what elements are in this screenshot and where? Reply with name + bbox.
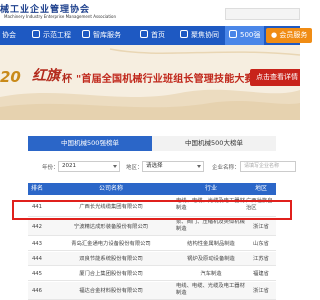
home-icon <box>140 30 148 38</box>
rank-cell: 444 <box>31 256 43 262</box>
company-cell[interactable]: 厦门合上集团股份有限公司 <box>46 267 176 281</box>
year-label: 年份： <box>42 165 59 171</box>
company-search-input[interactable]: 请填写企业名称 <box>240 161 296 172</box>
table-row[interactable]: 443 青岛汇金通电力设备股份有限公司 结构性金属制品制造 山东省 <box>28 237 276 251</box>
region-cell: 山东省 <box>253 241 269 247</box>
filter-bar: 年份： 2021 地区： 请选择 企业名称： 请填写企业名称 <box>0 160 300 174</box>
logo-subtitle: Machinery Industry Enterprise Management… <box>4 14 116 19</box>
focus-icon <box>180 30 188 38</box>
region-cell: 浙江省 <box>253 288 269 294</box>
industry-cell: 锅炉及原动设备制造 <box>187 256 235 262</box>
ranking-icon <box>229 30 237 38</box>
company-cell[interactable]: 宁波精达成形装备股份有限公司 <box>46 218 176 236</box>
table-header: 排名 公司名称 行业 地区 <box>28 183 276 195</box>
tab-large500[interactable]: 中国机械500大榜单 <box>152 136 276 151</box>
header-region: 地区 <box>254 185 267 192</box>
main-nav: 协会 示范工程 智库服务 首页 聚焦协同 500强 ● 会员服务 <box>0 26 313 45</box>
industry-cell: 泵、阀门、压缩机及类似机械制造 <box>176 219 245 232</box>
region-select[interactable]: 请选择 <box>142 161 204 172</box>
company-cell[interactable]: 双良节能系统股份有限公司 <box>46 252 176 266</box>
banner-brand-script: 红旗 <box>32 68 60 84</box>
highlight-box <box>12 200 292 220</box>
header-industry: 行业 <box>204 185 217 192</box>
nav-item-home[interactable]: 首页 <box>140 26 165 45</box>
industry-cell: 结构性金属制品制造 <box>187 241 235 247</box>
tab-top500[interactable]: 中国机械500强榜单 <box>28 136 152 151</box>
nav-item-top500[interactable]: 500强 <box>225 26 265 45</box>
rank-cell: 445 <box>31 271 43 277</box>
region-cell: 浙江省 <box>253 224 269 230</box>
chevron-down-icon <box>113 165 117 168</box>
nav-item-label: 500强 <box>240 31 261 39</box>
year-select[interactable]: 2021 <box>58 161 120 172</box>
year-value: 2021 <box>62 163 76 169</box>
header-rank: 排名 <box>30 185 43 192</box>
region-value: 请选择 <box>146 163 163 169</box>
nav-item-focus[interactable]: 聚焦协同 <box>180 26 219 45</box>
nav-item-label: 首页 <box>151 31 165 39</box>
banner-cup: 杯 <box>62 74 72 85</box>
nav-item-label: 会员服务 <box>279 31 308 39</box>
nav-item-demo[interactable]: 示范工程 <box>32 26 71 45</box>
rank-cell: 442 <box>31 224 43 230</box>
nav-item-think-tank[interactable]: 智库服务 <box>82 26 121 45</box>
region-cell: 福建省 <box>253 271 269 277</box>
think-tank-icon <box>82 30 90 38</box>
industry-cell: 电线、电缆、光缆及电工器材制造 <box>176 283 245 296</box>
banner-title: "首届全国机械行业班组长管理技能大赛 <box>76 74 255 85</box>
banner-year: 20 <box>0 68 21 86</box>
header-search-input[interactable] <box>225 8 300 20</box>
table-row[interactable]: 442 宁波精达成形装备股份有限公司 泵、阀门、压缩机及类似机械制造 浙江省 <box>28 218 276 236</box>
table-row[interactable]: 444 双良节能系统股份有限公司 锅炉及原动设备制造 江苏省 <box>28 252 276 266</box>
ranking-tabs: 中国机械500强榜单 中国机械500大榜单 <box>28 136 276 151</box>
industry-cell: 汽车制造 <box>200 271 222 277</box>
rank-cell: 443 <box>31 241 43 247</box>
competition-banner[interactable]: 20 红旗 杯 "首届全国机械行业班组长管理技能大赛 点击查看详情 <box>0 45 300 120</box>
company-label: 企业名称： <box>212 165 240 171</box>
nav-item-label: 协会 <box>2 31 16 39</box>
region-cell: 江苏省 <box>253 256 269 262</box>
view-details-button[interactable]: 点击查看详情 <box>250 69 300 86</box>
region-label: 地区： <box>126 165 143 171</box>
table-row[interactable]: 445 厦门合上集团股份有限公司 汽车制造 福建省 <box>28 267 276 281</box>
company-cell[interactable]: 福达合金材料股份有限公司 <box>46 282 176 300</box>
nav-item-label: 聚焦协同 <box>191 31 219 39</box>
nav-item-label: 智库服务 <box>93 31 121 39</box>
company-cell[interactable]: 青岛汇金通电力设备股份有限公司 <box>46 237 176 251</box>
table-row[interactable]: 446 福达合金材料股份有限公司 电线、电缆、光缆及电工器材制造 浙江省 <box>28 282 276 300</box>
nav-item-member[interactable]: ● 会员服务 <box>266 28 313 43</box>
nav-item-label: 示范工程 <box>43 31 71 39</box>
chevron-down-icon <box>197 165 201 168</box>
demo-icon <box>32 30 40 38</box>
site-header: 械工业企业管理协会 Machinery Industry Enterprise … <box>0 0 300 24</box>
header-company: 公司名称 <box>98 185 123 192</box>
nav-item-association[interactable]: 协会 <box>0 26 16 45</box>
rank-cell: 446 <box>31 288 43 294</box>
